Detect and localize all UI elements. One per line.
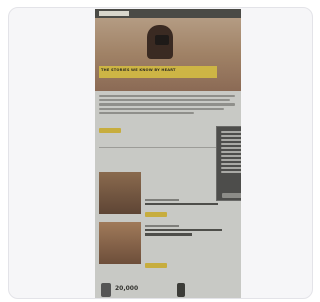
- phone-icon: [101, 283, 111, 297]
- consent-settings-button[interactable]: [222, 193, 241, 198]
- stats-row: 20,000: [99, 279, 237, 298]
- person-icon: [177, 283, 185, 297]
- stat-value: 20,000: [115, 285, 139, 292]
- camera-icon: [155, 35, 169, 45]
- hero-image: THE STORIES WE KNOW BY HEART: [95, 9, 241, 91]
- story-thumbnail[interactable]: [99, 172, 141, 214]
- intro-cta-button[interactable]: [99, 128, 121, 133]
- consent-text: [221, 131, 241, 175]
- story-thumbnail[interactable]: [99, 222, 141, 264]
- intro-paragraph: [99, 95, 235, 116]
- story-read-more-button[interactable]: [145, 263, 167, 268]
- cookie-consent-dialog: [216, 126, 241, 201]
- site-header: [95, 9, 241, 18]
- preview-card: THE STORIES WE KNOW BY HEART 20,000: [8, 7, 313, 299]
- story-text: [145, 225, 231, 238]
- story-read-more-button[interactable]: [145, 212, 167, 217]
- site-logo[interactable]: [99, 11, 129, 16]
- hero-headline: THE STORIES WE KNOW BY HEART: [101, 68, 176, 72]
- page-preview[interactable]: THE STORIES WE KNOW BY HEART 20,000: [95, 9, 241, 298]
- section-divider: [99, 147, 235, 148]
